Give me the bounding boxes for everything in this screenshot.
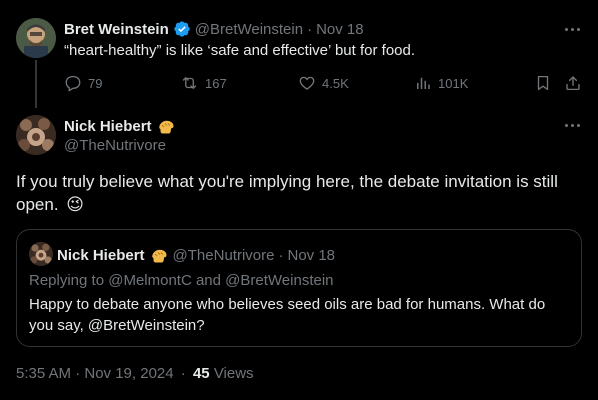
quoted-tweet-text: Happy to debate anyone who believes seed… <box>29 294 569 336</box>
bread-emoji-icon <box>150 247 168 263</box>
reply-mention-1[interactable]: @MelmontC <box>108 272 192 289</box>
quoted-avatar <box>29 242 53 266</box>
like-button[interactable]: 4.5K <box>298 72 349 94</box>
views-button[interactable]: 101K <box>414 72 468 94</box>
like-count: 4.5K <box>322 75 349 91</box>
tweet-timestamp[interactable]: 5:35 AM · Nov 19, 2024 <box>16 365 174 382</box>
separator-dot: · <box>307 20 313 38</box>
main-author-name[interactable]: Nick Hiebert <box>64 118 152 135</box>
quoted-text-end: ? <box>196 317 205 334</box>
main-handle[interactable]: @TheNutrivore <box>64 136 166 156</box>
avatar-bret[interactable] <box>16 18 56 58</box>
analytics-icon <box>414 74 432 92</box>
reply-mention-2[interactable]: @BretWeinstein <box>225 272 333 289</box>
parent-header: Bret Weinstein @BretWeinstein · Nov 18 <box>64 19 364 39</box>
avatar-nick[interactable] <box>16 115 56 155</box>
main-tweet-text: If you truly believe what you're implyin… <box>16 172 558 214</box>
tweet-meta: 5:35 AM · Nov 19, 2024 · 45 Views <box>16 364 254 384</box>
quoted-replying-to: Replying to @MelmontC and @BretWeinstein <box>29 271 334 291</box>
views-label: Views <box>213 365 254 382</box>
parent-tweet-text: “heart-healthy” is like ‘safe and effect… <box>64 42 416 59</box>
parent-handle[interactable]: @BretWeinstein <box>195 21 303 38</box>
share-icon[interactable] <box>563 73 583 93</box>
main-tweet-body: If you truly believe what you're implyin… <box>16 170 586 216</box>
heart-icon <box>298 74 316 92</box>
avatar-image <box>29 242 53 266</box>
parent-author-name[interactable]: Bret Weinstein <box>64 21 169 38</box>
parent-date[interactable]: Nov 18 <box>316 21 364 38</box>
separator-dot: · <box>180 365 186 382</box>
retweet-icon <box>180 74 199 92</box>
avatar-image <box>16 18 56 58</box>
quoted-handle: @TheNutrivore <box>172 246 275 264</box>
parent-more-icon[interactable] <box>560 20 584 38</box>
views-number: 45 <box>192 365 210 382</box>
retweet-button[interactable]: 167 <box>180 72 227 94</box>
quoted-text-mention[interactable]: @BretWeinstein <box>88 317 196 334</box>
separator-dot: · <box>278 246 284 264</box>
reply-button[interactable]: 79 <box>64 72 102 94</box>
reply-count: 79 <box>88 75 103 91</box>
main-more-icon[interactable] <box>560 116 584 134</box>
quoted-author-name: Nick Hiebert <box>57 246 145 264</box>
views-count: 101K <box>438 75 469 91</box>
thread-line <box>35 60 37 108</box>
quoted-header: Nick Hiebert @TheNutrivore · Nov 18 <box>57 245 335 265</box>
quoted-date: Nov 18 <box>287 246 336 264</box>
bread-emoji-icon <box>157 118 175 134</box>
bookmark-icon[interactable] <box>533 73 553 93</box>
retweet-count: 167 <box>205 75 227 91</box>
main-header-name-row: Nick Hiebert <box>64 116 175 136</box>
reply-icon <box>64 74 82 92</box>
verified-badge-icon <box>173 20 191 38</box>
wink-emoji: 😉 <box>66 195 85 214</box>
avatar-image <box>16 115 56 155</box>
reply-and: and <box>195 272 221 289</box>
replying-prefix: Replying to <box>29 272 105 289</box>
